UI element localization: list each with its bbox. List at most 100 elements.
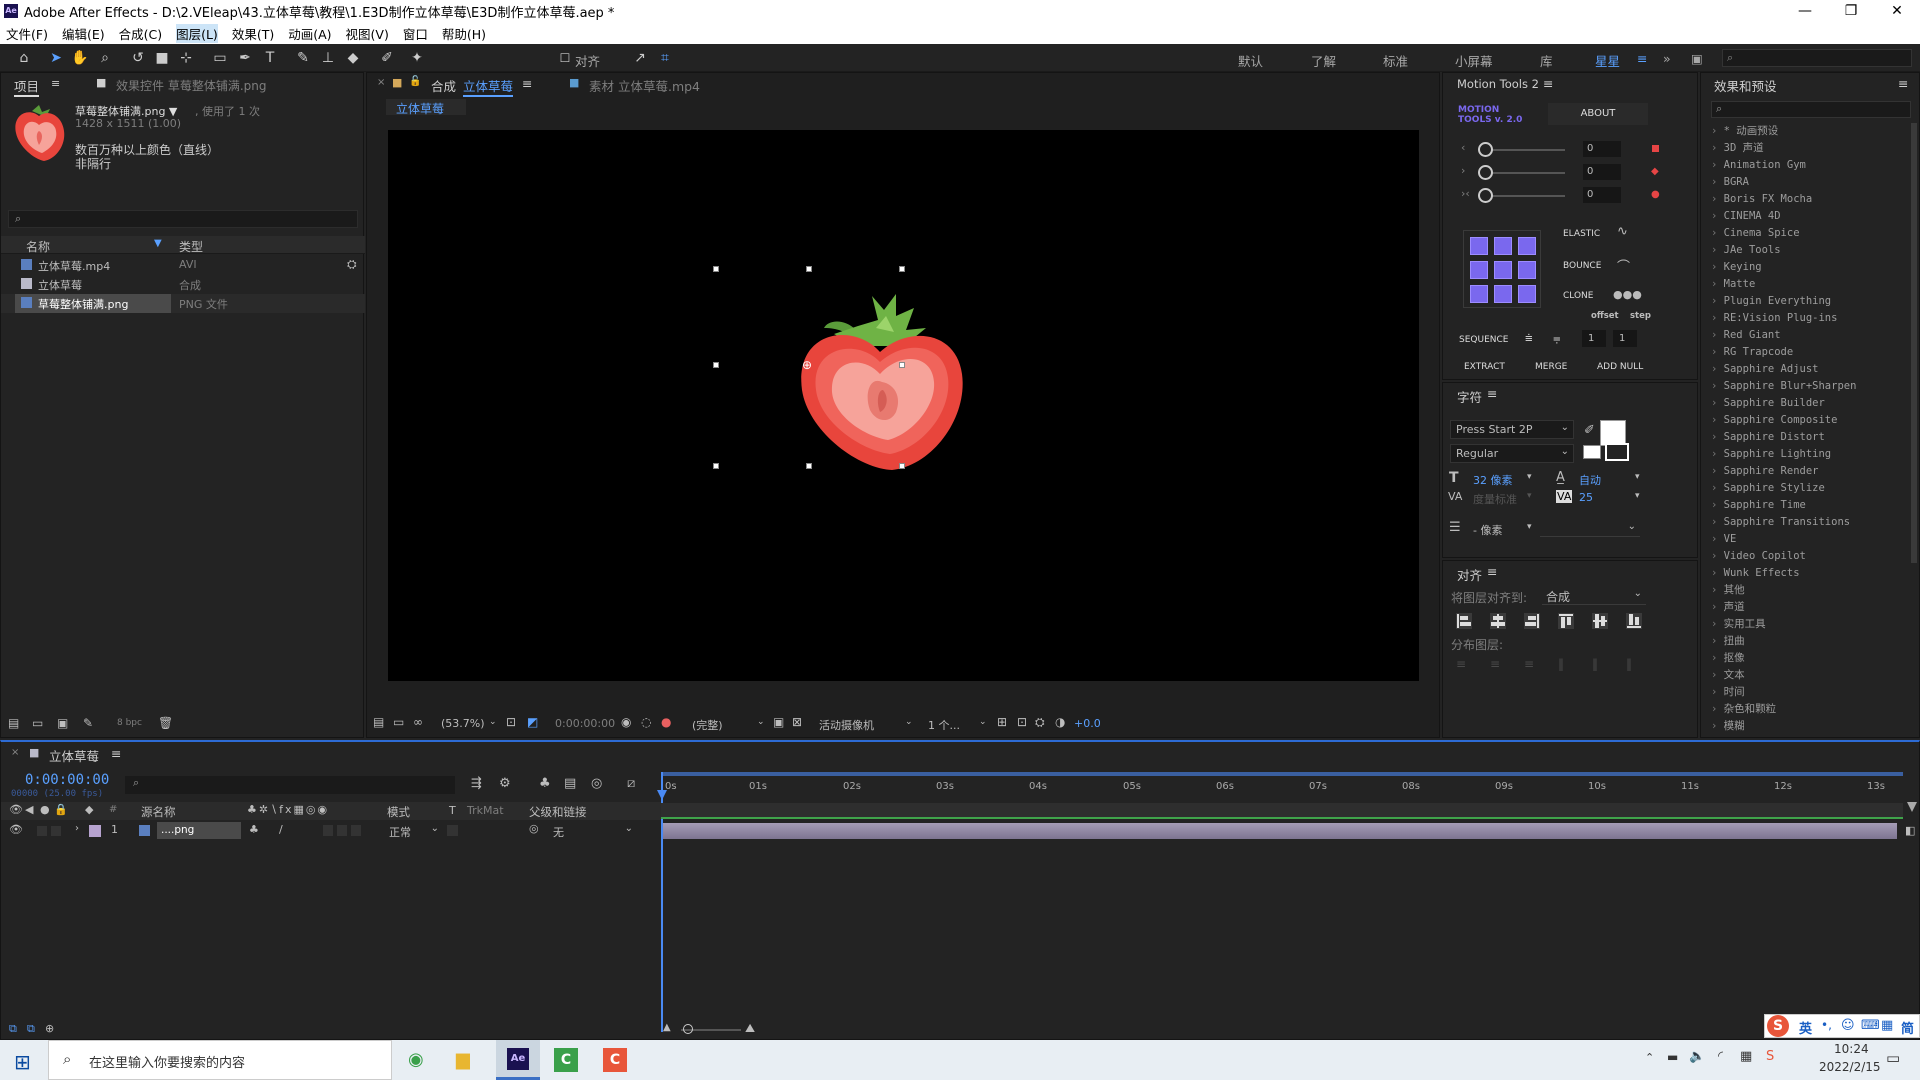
effects-search-input[interactable]: ⌕ xyxy=(1711,101,1911,118)
notification-icon[interactable]: ▭ xyxy=(1886,1049,1900,1067)
tray-display-icon[interactable]: ▦ xyxy=(1740,1049,1752,1064)
character-title[interactable]: 字符 xyxy=(1457,387,1482,406)
key-diamond-icon[interactable]: ◆ xyxy=(1651,166,1659,177)
workspace-learn[interactable]: 了解 xyxy=(1311,51,1336,70)
workspace-small-screen[interactable]: 小屏幕 xyxy=(1455,51,1493,70)
anchor-top-left-button[interactable] xyxy=(1470,237,1488,255)
menu-file[interactable]: 文件(F) xyxy=(6,24,48,43)
distribute-bottom-icon[interactable]: ≡ xyxy=(1524,657,1534,671)
end-marker-icon[interactable] xyxy=(1907,802,1917,812)
frame-blending-icon[interactable]: ▤ xyxy=(564,776,576,791)
flowchart-icon[interactable]: ⛭ xyxy=(1035,715,1045,730)
color-channel-icon[interactable]: ● xyxy=(661,715,671,729)
list-item[interactable]: 草莓整体铺满.png PNG 文件 xyxy=(1,294,365,313)
comp-breadcrumb[interactable]: 立体草莓 xyxy=(386,99,466,116)
ime-toolbox-icon[interactable]: ▦ xyxy=(1881,1018,1893,1033)
anchor-top-right-button[interactable] xyxy=(1518,237,1536,255)
list-item[interactable]: 实用工具 xyxy=(1711,616,1901,633)
quality-switch-icon[interactable]: / xyxy=(279,823,283,836)
ime-punctuation-icon[interactable]: •, xyxy=(1821,1018,1832,1032)
ime-keyboard-icon[interactable]: ⌨ xyxy=(1861,1018,1880,1033)
chevron-down-icon[interactable]: ⌄ xyxy=(489,717,497,727)
list-item[interactable]: Sapphire Composite xyxy=(1711,412,1901,429)
tray-chevron-icon[interactable]: ⌃ xyxy=(1645,1051,1654,1064)
exposure-icon[interactable]: ◑ xyxy=(1055,715,1065,729)
text-tool-icon[interactable]: T xyxy=(260,48,280,68)
leading-value[interactable]: 自动 xyxy=(1579,472,1601,488)
monitor-icon[interactable]: ▭ xyxy=(393,715,404,729)
toggle-grid-icon[interactable]: ⊠ xyxy=(792,715,802,729)
label-icon[interactable]: ◆ xyxy=(85,803,93,816)
anchor-bottom-button[interactable] xyxy=(1494,285,1512,303)
eraser-tool-icon[interactable]: ◆ xyxy=(343,48,363,68)
brush-tool-icon[interactable]: ✎ xyxy=(293,48,313,68)
bit-depth[interactable]: 8 bpc xyxy=(117,718,142,728)
anchor-bottom-right-button[interactable] xyxy=(1518,285,1536,303)
tab-composition[interactable]: 立体草莓 xyxy=(463,76,514,97)
expand-chevron-icon[interactable]: › xyxy=(75,823,79,834)
sort-arrow-icon[interactable]: ▼ xyxy=(154,238,162,249)
shy-switch-icon[interactable]: ♣ xyxy=(249,823,259,836)
toggle-modes-icon[interactable]: ⧉ xyxy=(27,1022,35,1036)
transform-handle[interactable] xyxy=(806,463,812,469)
new-composition-icon[interactable]: ▣ xyxy=(57,716,68,730)
anchor-center-button[interactable] xyxy=(1494,261,1512,279)
lock-checkbox[interactable] xyxy=(51,826,61,836)
zoom-out-icon[interactable]: ▲ xyxy=(663,1022,671,1033)
graph-editor-icon[interactable]: ⧄ xyxy=(627,776,635,791)
list-item[interactable]: Sapphire Adjust xyxy=(1711,361,1901,378)
interpret-footage-icon[interactable]: ▤ xyxy=(8,716,19,730)
scrollbar[interactable] xyxy=(1911,123,1917,563)
show-snapshot-icon[interactable]: ◌ xyxy=(641,715,651,729)
list-item[interactable]: 抠像 xyxy=(1711,650,1901,667)
minimize-button[interactable]: — xyxy=(1782,0,1828,22)
column-parent[interactable]: 父级和链接 xyxy=(529,804,587,820)
column-name[interactable]: 名称 xyxy=(26,238,50,255)
column-mode[interactable]: 模式 xyxy=(387,804,410,820)
workspace-default[interactable]: 默认 xyxy=(1238,51,1263,70)
tab-effect-controls[interactable]: 效果控件 草莓整体铺满.png xyxy=(116,77,266,94)
viewer-timecode[interactable]: 0:00:00:00 xyxy=(555,717,615,730)
align-horizontal-center-icon[interactable] xyxy=(1490,613,1506,629)
resolution-select[interactable]: (完整) xyxy=(692,717,723,733)
ime-simplified-toggle[interactable]: 简 xyxy=(1901,1018,1914,1037)
workspace-library[interactable]: 库 xyxy=(1540,51,1553,70)
puppet-tool-icon[interactable]: ✦ xyxy=(407,48,427,68)
slider-value[interactable]: 0 xyxy=(1583,164,1621,180)
list-item[interactable]: Sapphire Render xyxy=(1711,463,1901,480)
comment-icon[interactable]: ◧ xyxy=(1905,824,1915,837)
pick-whip-icon[interactable]: ◎ xyxy=(529,822,539,835)
list-item[interactable]: Matte xyxy=(1711,276,1901,293)
add-null-button[interactable]: ADD NULL xyxy=(1597,362,1643,372)
panel-menu-icon[interactable]: ≡ xyxy=(1898,76,1908,91)
close-tab-icon[interactable]: × xyxy=(377,77,385,88)
fast-preview-icon[interactable]: ▣ xyxy=(773,715,784,729)
list-item[interactable]: 立体草莓 合成 xyxy=(1,275,365,294)
after-effects-taskbar-button[interactable]: Ae xyxy=(496,1040,540,1080)
maximize-button[interactable]: ❐ xyxy=(1828,0,1874,22)
elastic-button[interactable]: ELASTIC ∿ xyxy=(1547,222,1669,248)
table-row[interactable]: 👁 › 1 ....png ♣ / 正常 ⌄ ◎ 无 ⌄ xyxy=(1,822,661,840)
app-c-orange-icon[interactable]: C xyxy=(603,1048,627,1072)
slider-knob[interactable] xyxy=(1478,142,1493,157)
windows-start-icon[interactable]: ⊞ xyxy=(14,1050,31,1074)
sequence-forward-icon[interactable]: ⩧ xyxy=(1525,331,1533,346)
distribute-vcenter-icon[interactable]: ≡ xyxy=(1490,657,1500,671)
always-preview-icon[interactable]: ▤ xyxy=(373,715,384,729)
list-item[interactable]: 声道 xyxy=(1711,599,1901,616)
clock-time[interactable]: 10:24 xyxy=(1834,1042,1869,1056)
comp-menu-icon[interactable]: ≡ xyxy=(522,76,532,91)
chevron-down-icon[interactable]: ▾ xyxy=(1527,491,1532,501)
menu-help[interactable]: 帮助(H) xyxy=(442,24,486,43)
roto-tool-icon[interactable]: ✐ xyxy=(377,48,397,68)
transform-handle[interactable] xyxy=(713,463,719,469)
comp-viewer[interactable]: ⊕ xyxy=(388,130,1419,681)
tracking-value[interactable]: 25 xyxy=(1579,491,1593,504)
pen-tool-icon[interactable]: ✒ xyxy=(235,48,255,68)
kerning-value[interactable]: 度量标准 xyxy=(1473,491,1517,507)
key-circle-icon[interactable]: ● xyxy=(1651,189,1660,200)
transform-handle[interactable] xyxy=(899,463,905,469)
adjust-settings-icon[interactable]: ✎ xyxy=(83,716,93,730)
ime-lang-toggle[interactable]: 英 xyxy=(1799,1018,1812,1037)
blend-mode-select[interactable]: 正常 ⌄ xyxy=(387,822,439,839)
